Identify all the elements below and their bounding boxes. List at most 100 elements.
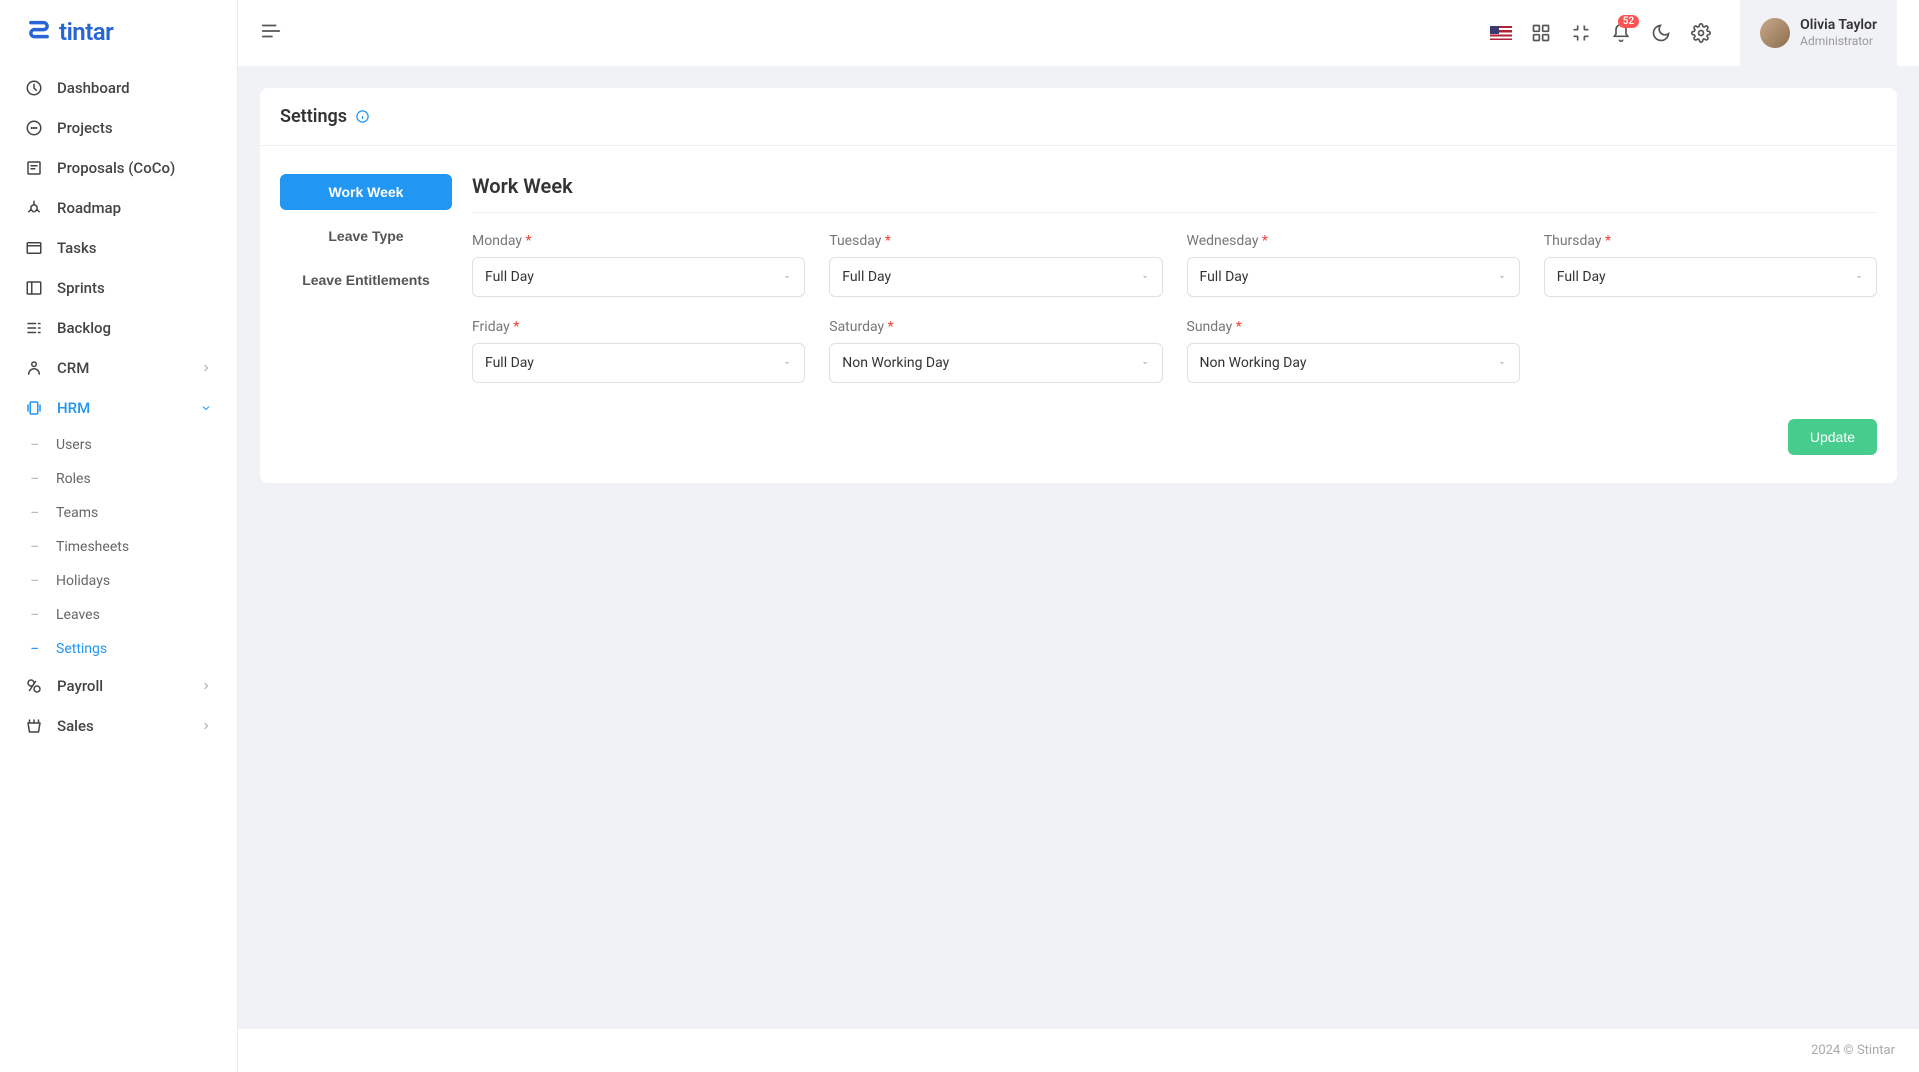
tab-leave-entitlements[interactable]: Leave Entitlements: [280, 262, 452, 298]
minimize-icon: [1571, 23, 1591, 43]
tab-leave-type[interactable]: Leave Type: [280, 218, 452, 254]
sidebar-item-roadmap[interactable]: Roadmap: [0, 188, 237, 228]
notifications-badge: 52: [1618, 15, 1639, 28]
sidebar-subitem-leaves[interactable]: −Leaves: [0, 598, 237, 632]
field-monday: Monday * Full Day: [472, 233, 805, 297]
sidebar-subitem-teams[interactable]: −Teams: [0, 496, 237, 530]
sidebar-item-label: Roadmap: [57, 199, 121, 217]
caret-down-icon: [1140, 358, 1150, 368]
sidebar-subitem-label: Timesheets: [56, 539, 129, 555]
sidebar-item-payroll[interactable]: Payroll: [0, 666, 237, 706]
proposals-icon: [25, 159, 43, 177]
select-sunday[interactable]: Non Working Day: [1187, 343, 1520, 383]
select-monday[interactable]: Full Day: [472, 257, 805, 297]
menu-icon: [260, 20, 282, 42]
user-role: Administrator: [1800, 34, 1877, 50]
sidebar-item-label: Tasks: [57, 239, 97, 257]
settings-button[interactable]: [1690, 22, 1712, 44]
gear-icon: [1691, 23, 1711, 43]
theme-button[interactable]: [1650, 22, 1672, 44]
update-button[interactable]: Update: [1788, 419, 1877, 455]
field-thursday: Thursday * Full Day: [1544, 233, 1877, 297]
required-mark: *: [525, 233, 531, 249]
dash-icon: −: [30, 437, 42, 453]
page-title: Settings: [280, 106, 347, 127]
sidebar-item-sales[interactable]: Sales: [0, 706, 237, 746]
sidebar-item-label: Sprints: [57, 279, 105, 297]
required-mark: *: [1262, 233, 1268, 249]
required-mark: *: [1236, 319, 1242, 335]
sidebar-item-tasks[interactable]: Tasks: [0, 228, 237, 268]
header: 52 Olivia Taylor Administrator: [238, 0, 1919, 66]
select-friday[interactable]: Full Day: [472, 343, 805, 383]
user-name: Olivia Taylor: [1800, 16, 1877, 34]
tasks-icon: [25, 239, 43, 257]
sales-icon: [25, 717, 43, 735]
required-mark: *: [885, 233, 891, 249]
moon-icon: [1651, 23, 1671, 43]
menu-toggle-button[interactable]: [260, 20, 282, 46]
field-label: Thursday *: [1544, 233, 1877, 249]
apps-button[interactable]: [1530, 22, 1552, 44]
sidebar-subitem-roles[interactable]: −Roles: [0, 462, 237, 496]
sidebar-item-hrm[interactable]: HRM: [0, 388, 237, 428]
avatar: [1760, 18, 1790, 48]
dash-icon: −: [30, 539, 42, 555]
logo[interactable]: tintar: [0, 0, 237, 64]
sidebar-item-proposals-coco-[interactable]: Proposals (CoCo): [0, 148, 237, 188]
language-button[interactable]: [1490, 22, 1512, 44]
caret-down-icon: [1140, 272, 1150, 282]
sidebar-item-label: Dashboard: [57, 79, 130, 97]
select-tuesday[interactable]: Full Day: [829, 257, 1162, 297]
field-label: Tuesday *: [829, 233, 1162, 249]
caret-down-icon: [782, 272, 792, 282]
sidebar-item-crm[interactable]: CRM: [0, 348, 237, 388]
logo-text: tintar: [59, 18, 113, 46]
dash-icon: −: [30, 471, 42, 487]
tab-work-week[interactable]: Work Week: [280, 174, 452, 210]
flag-us-icon: [1490, 26, 1512, 40]
sidebar-item-dashboard[interactable]: Dashboard: [0, 68, 237, 108]
select-value: Full Day: [485, 269, 534, 285]
dash-icon: −: [30, 607, 42, 623]
sidebar-item-backlog[interactable]: Backlog: [0, 308, 237, 348]
notifications-button[interactable]: 52: [1610, 22, 1632, 44]
field-label: Monday *: [472, 233, 805, 249]
sidebar-item-projects[interactable]: Projects: [0, 108, 237, 148]
payroll-icon: [25, 677, 43, 695]
sidebar-item-sprints[interactable]: Sprints: [0, 268, 237, 308]
caret-down-icon: [1854, 272, 1864, 282]
sidebar-subitem-label: Users: [56, 437, 92, 453]
sidebar-item-label: CRM: [57, 359, 89, 377]
field-friday: Friday *Full Day: [472, 319, 805, 383]
sidebar-item-label: HRM: [57, 399, 90, 417]
logo-icon: [25, 18, 53, 46]
chevron-right-icon: [200, 720, 212, 732]
user-menu-button[interactable]: Olivia Taylor Administrator: [1740, 0, 1897, 66]
field-sunday: Sunday * Non Working Day: [1187, 319, 1520, 383]
sidebar-subitem-users[interactable]: −Users: [0, 428, 237, 462]
sidebar-subitem-label: Holidays: [56, 573, 110, 589]
select-thursday[interactable]: Full Day: [1544, 257, 1877, 297]
field-label: Sunday *: [1187, 319, 1520, 335]
select-value: Full Day: [485, 355, 534, 371]
required-mark: *: [1605, 233, 1611, 249]
settings-tabs: Work Week Leave Type Leave Entitlements: [280, 174, 452, 455]
sidebar-subitem-holidays[interactable]: −Holidays: [0, 564, 237, 598]
select-value: Non Working Day: [1200, 355, 1307, 371]
sidebar-item-label: Sales: [57, 717, 94, 735]
dash-icon: −: [30, 641, 42, 657]
sidebar-subitem-timesheets[interactable]: −Timesheets: [0, 530, 237, 564]
select-saturday[interactable]: Non Working Day: [829, 343, 1162, 383]
dash-icon: −: [30, 573, 42, 589]
field-label: Wednesday *: [1187, 233, 1520, 249]
sidebar-item-label: Projects: [57, 119, 113, 137]
select-wednesday[interactable]: Full Day: [1187, 257, 1520, 297]
footer-text: 2024 © Stintar: [1811, 1043, 1895, 1058]
form-title: Work Week: [472, 174, 1877, 213]
chevron-down-icon: [200, 402, 212, 414]
dashboard-icon: [25, 79, 43, 97]
sidebar-subitem-settings[interactable]: −Settings: [0, 632, 237, 666]
info-icon[interactable]: [355, 109, 370, 124]
fullscreen-button[interactable]: [1570, 22, 1592, 44]
